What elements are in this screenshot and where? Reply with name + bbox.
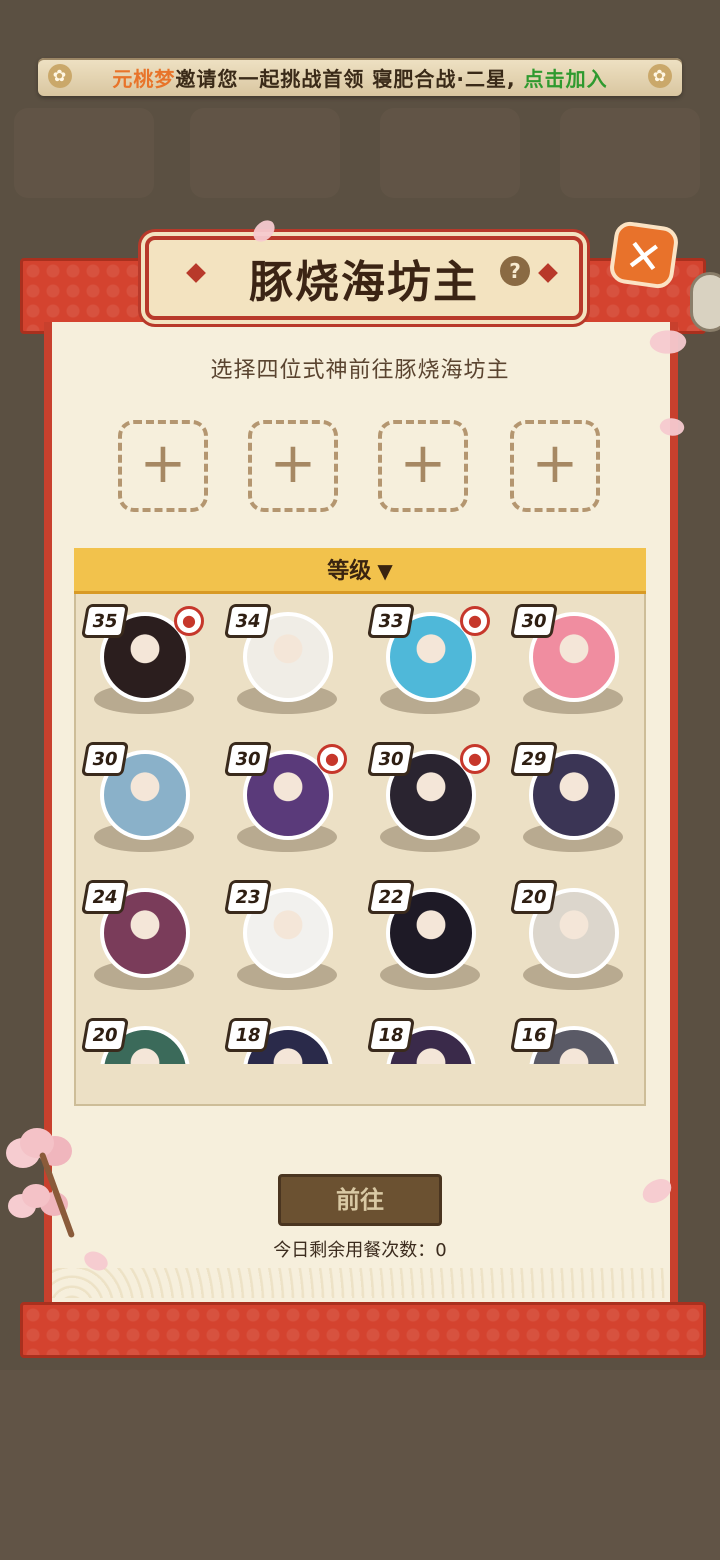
level-badge: 20 xyxy=(81,1018,129,1052)
level-badge: 22 xyxy=(367,880,415,914)
shikigami-card[interactable]: 18 xyxy=(221,1012,357,1064)
shikigami-card[interactable]: 30 xyxy=(78,736,214,866)
wave-pattern xyxy=(52,1268,670,1298)
team-slot-3[interactable]: + xyxy=(378,420,468,512)
hat-icon: ● xyxy=(174,606,204,636)
shikigami-card[interactable]: 23 xyxy=(221,874,357,1004)
link-icon: ● xyxy=(460,744,490,774)
inviter-name: 元桃梦 xyxy=(112,66,176,91)
shikigami-card[interactable]: 33 ● xyxy=(364,598,500,728)
side-badge[interactable] xyxy=(690,272,720,332)
card-grid: 35 ● 34 33 ● 30 30 30 ● 30 ● 29 24 23 22 20 20 18 18 16 xyxy=(74,596,646,1064)
subtitle: 选择四位式神前往豚烧海坊主 xyxy=(210,358,510,383)
blossom-decoration xyxy=(20,1128,54,1158)
close-button[interactable]: ✕ xyxy=(607,219,681,291)
level-badge: 18 xyxy=(224,1018,272,1052)
level-badge: 33 xyxy=(367,604,415,638)
page-title: 豚烧海坊主 xyxy=(249,257,479,308)
sort-label: 等级 xyxy=(327,559,372,584)
shikigami-card[interactable]: 20 xyxy=(78,1012,214,1064)
level-badge: 34 xyxy=(224,604,272,638)
level-badge: 16 xyxy=(510,1018,558,1052)
shikigami-card[interactable]: 18 xyxy=(364,1012,500,1064)
shikigami-card[interactable]: 29 xyxy=(507,736,643,866)
flower-icon: ✿ xyxy=(648,64,672,88)
shikigami-card[interactable]: 16 xyxy=(507,1012,643,1064)
shikigami-card[interactable]: 20 xyxy=(507,874,643,1004)
shikigami-card[interactable]: 30 xyxy=(507,598,643,728)
level-badge: 29 xyxy=(510,742,558,776)
diamond-icon xyxy=(186,263,206,283)
level-badge: 30 xyxy=(81,742,129,776)
shikigami-card[interactable]: 24 xyxy=(78,874,214,1004)
shikigami-card[interactable]: 30 ● xyxy=(221,736,357,866)
level-badge: 30 xyxy=(367,742,415,776)
shikigami-card[interactable]: 34 xyxy=(221,598,357,728)
go-button[interactable]: 前往 xyxy=(278,1174,442,1226)
join-link[interactable]: 点击加入 xyxy=(524,63,608,92)
remaining-count: 今日剩余用餐次数：0 xyxy=(273,1240,447,1261)
level-badge: 30 xyxy=(224,742,272,776)
level-badge: 20 xyxy=(510,880,558,914)
diamond-icon xyxy=(538,263,558,283)
team-slot-2[interactable]: + xyxy=(248,420,338,512)
sort-dropdown[interactable]: 等级 ▼ xyxy=(74,548,646,594)
level-badge: 35 xyxy=(81,604,129,638)
help-button[interactable]: ? xyxy=(500,256,530,286)
shikigami-card[interactable]: 22 xyxy=(364,874,500,1004)
invite-banner[interactable]: ✿ 元桃梦 邀请您一起挑战首领 寝肥合战·二星, 点击加入 ✿ xyxy=(38,58,682,96)
team-slot-1[interactable]: + xyxy=(118,420,208,512)
team-slot-4[interactable]: + xyxy=(510,420,600,512)
blossom-decoration xyxy=(22,1184,50,1208)
level-badge: 18 xyxy=(367,1018,415,1052)
level-badge: 30 xyxy=(510,604,558,638)
chevron-down-icon: ▼ xyxy=(377,559,393,583)
flag-icon: ● xyxy=(317,744,347,774)
level-badge: 24 xyxy=(81,880,129,914)
invite-text: 邀请您一起挑战首领 寝肥合战·二星, xyxy=(175,66,516,91)
leaf-icon: ● xyxy=(460,606,490,636)
shikigami-card[interactable]: 30 ● xyxy=(364,736,500,866)
panel-footer-frame xyxy=(20,1302,706,1358)
flower-icon: ✿ xyxy=(48,64,72,88)
shikigami-card[interactable]: 35 ● xyxy=(78,598,214,728)
level-badge: 23 xyxy=(224,880,272,914)
